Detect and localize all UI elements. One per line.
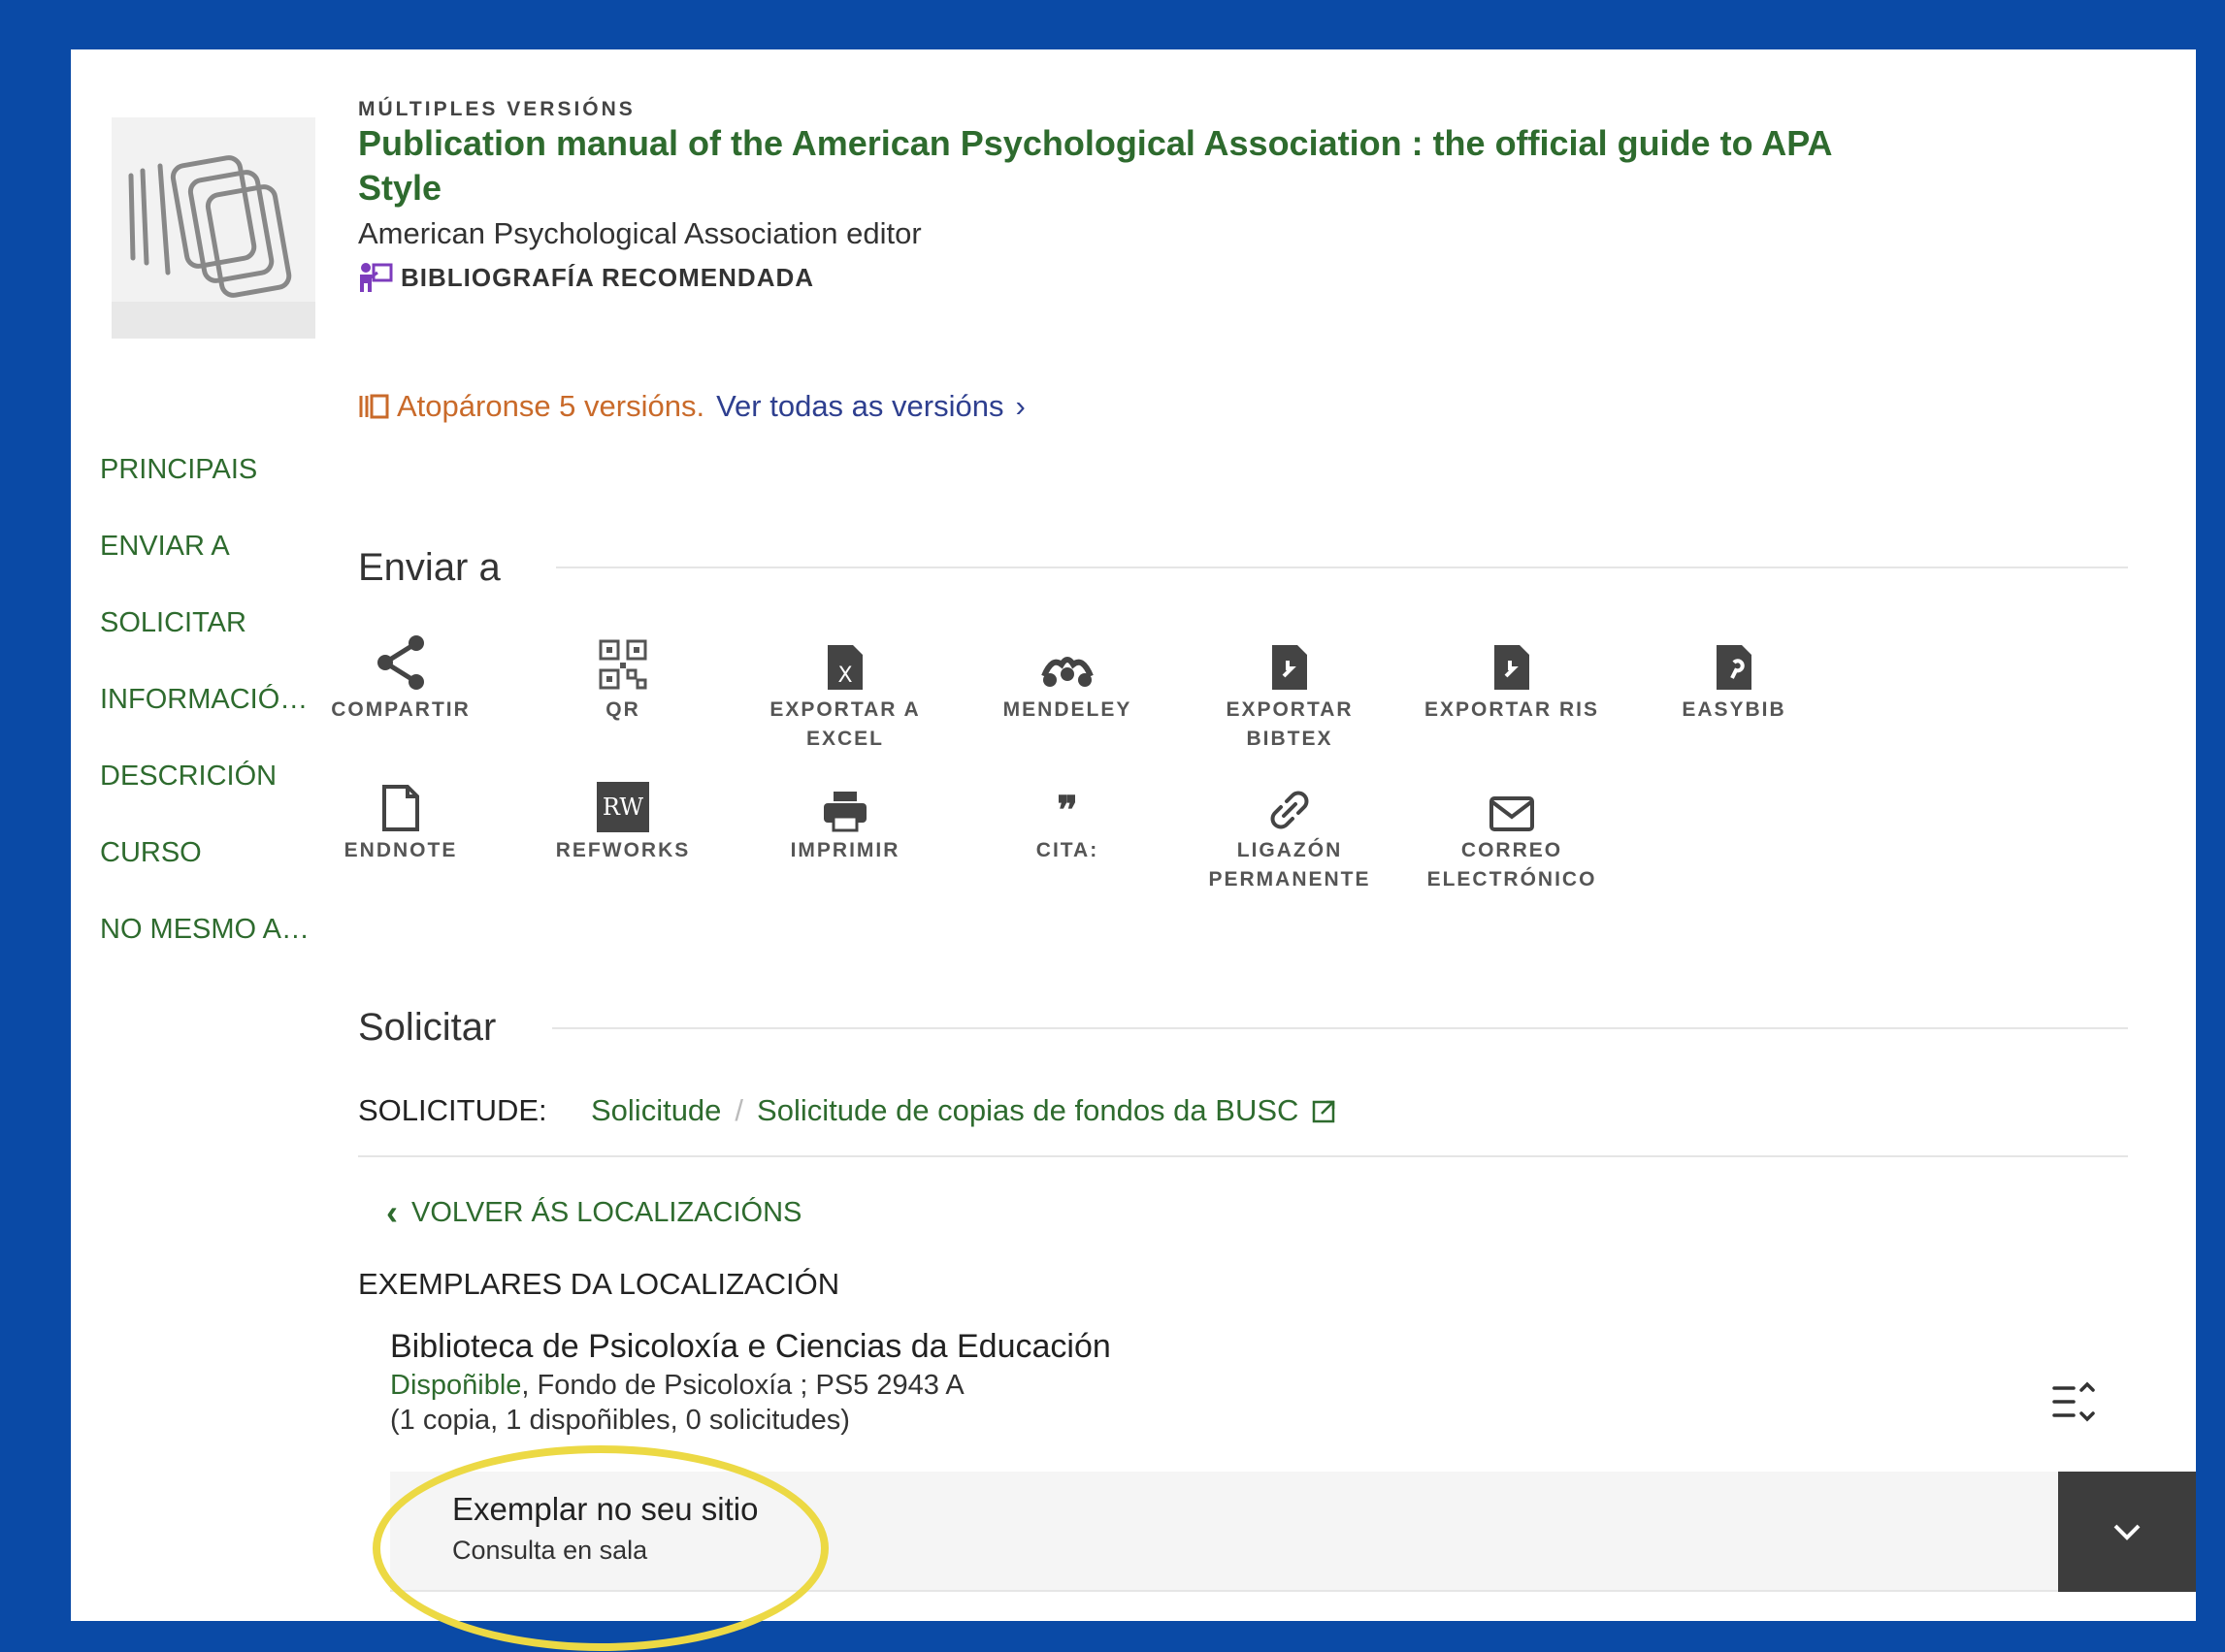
share-button[interactable]: COMPARTIR (304, 632, 498, 725)
refworks-icon: RW (597, 782, 649, 832)
nav-item-curso[interactable]: CURSO (100, 821, 323, 897)
location-status: Dispoñible, Fondo de Psicoloxía ; PS5 29… (390, 1370, 965, 1402)
versions-icon (359, 394, 389, 419)
request-divider (552, 1027, 2128, 1029)
location-name: Biblioteca de Psicoloxía e Ciencias da E… (390, 1328, 1111, 1365)
request-links-divider (358, 1155, 2128, 1157)
print-label: IMPRIMIR (790, 839, 900, 861)
send-to-heading: Enviar a (358, 546, 501, 589)
expand-button[interactable] (2058, 1472, 2196, 1592)
highlight-ellipse (373, 1445, 829, 1651)
section-nav: PRINCIPAIS ENVIAR A SOLICITAR INFORMACIÓ… (100, 437, 323, 974)
teacher-icon (360, 263, 393, 292)
external-link-icon (1313, 1100, 1335, 1123)
refworks-button[interactable]: RW REFWORKS (526, 772, 720, 865)
availability-status: Dispoñible (390, 1370, 522, 1401)
permalink-label: LIGAZÓN PERMANENTE (1208, 839, 1371, 891)
link-icon (1270, 791, 1309, 829)
nav-item-descricion[interactable]: DESCRICIÓN (100, 744, 323, 821)
badge-label: BIBLIOGRAFÍA RECOMENDADA (401, 262, 815, 292)
easybib-button[interactable]: EASYBIB (1637, 632, 1831, 725)
permalink-button[interactable]: LIGAZÓN PERMANENTE (1193, 772, 1387, 894)
export-excel-label: EXPORTAR A EXCEL (769, 698, 921, 750)
request-label: SOLICITUDE: (358, 1093, 547, 1127)
easybib-icon (1717, 645, 1751, 690)
record-title[interactable]: Publication manual of the American Psych… (358, 121, 1891, 211)
multiple-versions-icon (112, 117, 315, 339)
export-ris-label: EXPORTAR RIS (1424, 698, 1599, 721)
versions-found-text: Atopáronse 5 versións. (397, 389, 705, 423)
link-separator: / (735, 1093, 744, 1127)
share-label: COMPARTIR (331, 698, 471, 721)
print-button[interactable]: IMPRIMIR (748, 772, 942, 865)
export-bibtex-label: EXPORTAR BIBTEX (1226, 698, 1354, 750)
qr-button[interactable]: QR (526, 632, 720, 725)
record-author: American Psychological Association edito… (358, 216, 922, 250)
export-excel-button[interactable]: X EXPORTAR A EXCEL (748, 632, 942, 754)
request-links: Solicitude / Solicitude de copias de fon… (591, 1093, 1337, 1128)
chevron-down-icon (2113, 1524, 2141, 1540)
record-thumbnail (112, 117, 315, 339)
nav-item-enviar-a[interactable]: ENVIAR A (100, 514, 323, 591)
see-all-versions-link[interactable]: Ver todas as versións (716, 389, 1003, 424)
mendeley-button[interactable]: MENDELEY (970, 632, 1164, 725)
refworks-label: REFWORKS (555, 839, 691, 861)
share-icon (377, 635, 424, 690)
svg-text:X: X (837, 664, 852, 688)
printer-icon (824, 792, 867, 832)
quote-icon: ❞ (1057, 790, 1078, 832)
chevron-left-icon: ‹ (386, 1192, 398, 1232)
copy-request-link[interactable]: Solicitude de copias de fondos da BUSC (757, 1093, 1298, 1128)
request-link[interactable]: Solicitude (591, 1093, 721, 1128)
nav-item-principais[interactable]: PRINCIPAIS (100, 437, 323, 514)
send-to-divider (556, 567, 2128, 568)
easybib-label: EASYBIB (1682, 698, 1786, 721)
email-label: CORREO ELECTRÓNICO (1426, 839, 1597, 891)
mendeley-icon (1041, 657, 1094, 687)
nav-item-no-mesmo-andel[interactable]: NO MESMO AN… (100, 897, 323, 974)
location-details: , Fondo de Psicoloxía ; PS5 2943 A (521, 1370, 965, 1401)
versions-line: Atopáronse 5 versións. Ver todas as vers… (358, 389, 1026, 424)
sort-filter-icon (2052, 1381, 2095, 1422)
request-heading: Solicitar (358, 1006, 497, 1049)
back-to-locations-button[interactable]: ‹ VOLVER ÁS LOCALIZACIÓNS (386, 1192, 802, 1233)
nav-item-informacion[interactable]: INFORMACIÓN… (100, 667, 323, 744)
recommended-bibliography-badge: BIBLIOGRAFÍA RECOMENDADA (358, 262, 814, 293)
qr-label: QR (605, 698, 640, 721)
qr-code-icon (599, 639, 647, 690)
ris-file-icon (1494, 645, 1529, 690)
email-button[interactable]: CORREO ELECTRÓNICO (1415, 772, 1609, 894)
export-ris-button[interactable]: EXPORTAR RIS (1415, 632, 1609, 725)
mendeley-label: MENDELEY (1002, 698, 1132, 721)
location-counts: (1 copia, 1 dispoñibles, 0 solicitudes) (390, 1405, 850, 1436)
bibtex-file-icon (1272, 645, 1307, 690)
record-panel: MÚLTIPLES VERSIÓNS Publication manual of… (71, 49, 2196, 1621)
chevron-right-icon: › (1015, 389, 1026, 423)
nav-item-solicitar[interactable]: SOLICITAR (100, 591, 323, 667)
email-icon (1489, 796, 1534, 831)
endnote-file-icon (382, 785, 419, 831)
export-bibtex-button[interactable]: EXPORTAR BIBTEX (1193, 632, 1387, 754)
filter-sort-button[interactable] (2050, 1380, 2099, 1430)
endnote-label: ENDNOTE (344, 839, 458, 861)
endnote-button[interactable]: ENDNOTE (304, 772, 498, 865)
back-label: VOLVER ÁS LOCALIZACIÓNS (411, 1196, 802, 1228)
cite-button[interactable]: ❞ CITA: (970, 772, 1164, 865)
location-copies-heading: EXEMPLARES DA LOCALIZACIÓN (358, 1267, 840, 1301)
cite-label: CITA: (1035, 839, 1099, 861)
record-type-label: MÚLTIPLES VERSIÓNS (358, 98, 636, 120)
excel-file-icon: X (828, 645, 863, 690)
